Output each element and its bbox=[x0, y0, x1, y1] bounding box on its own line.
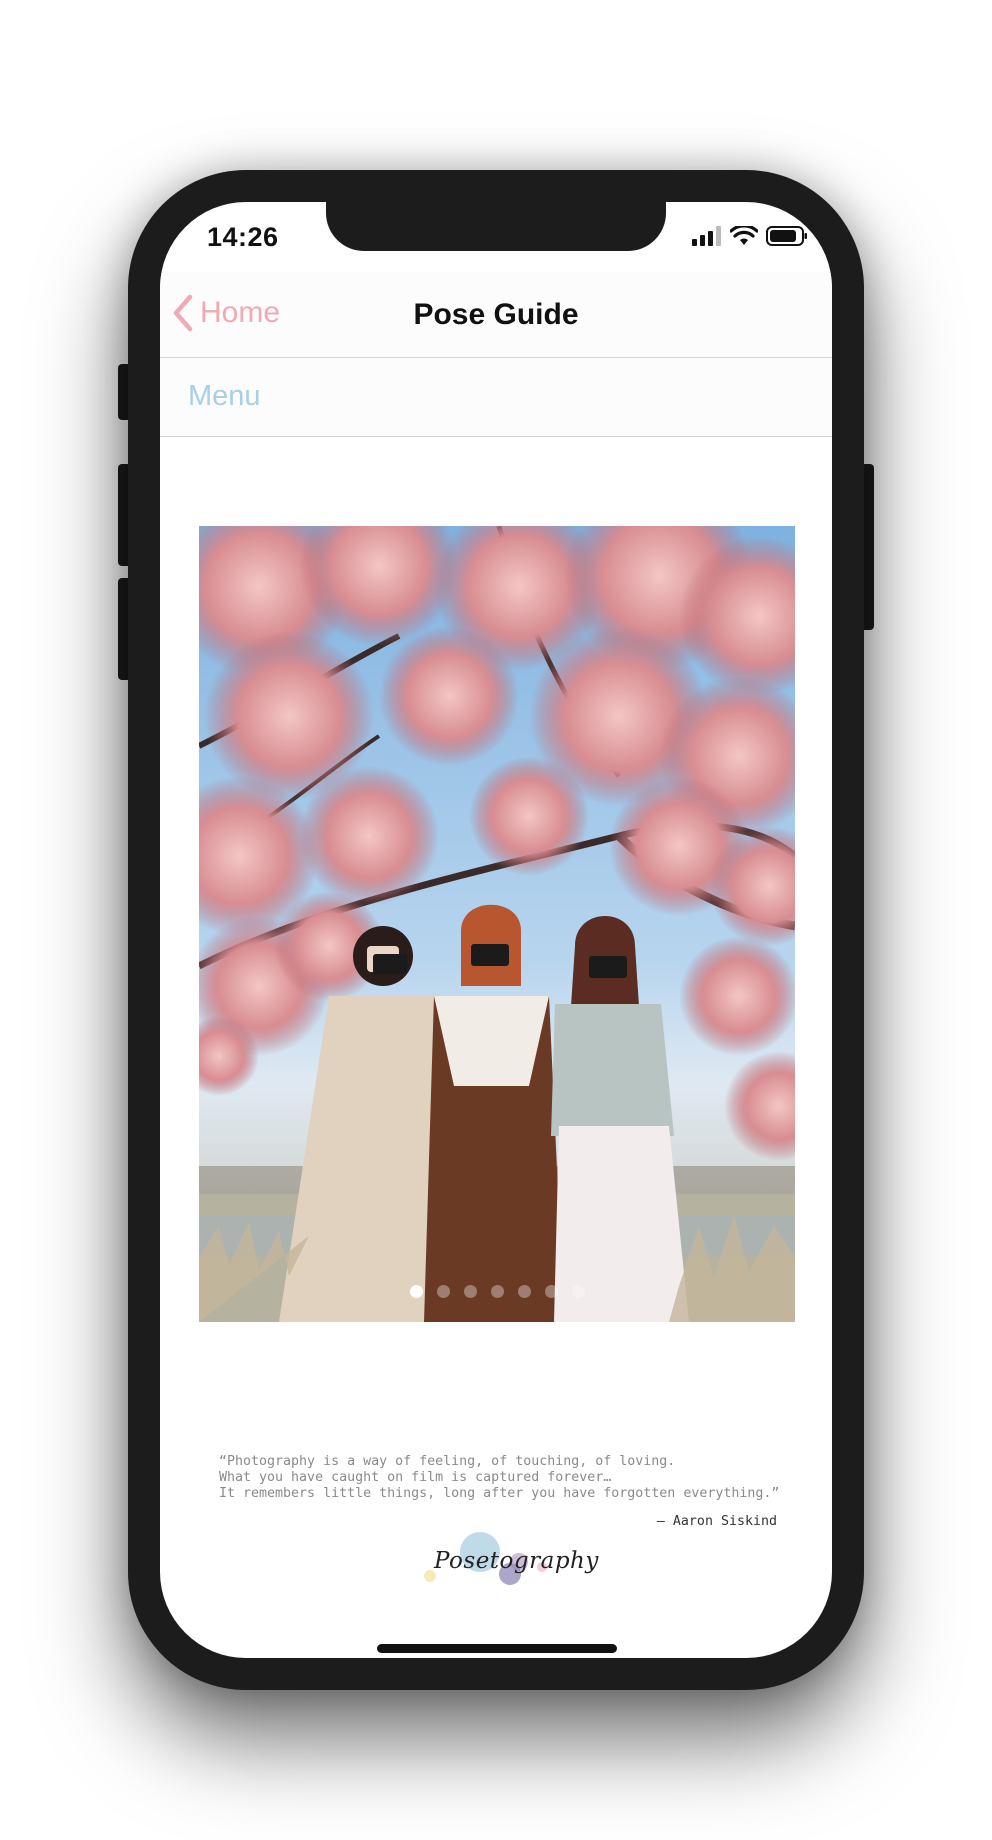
quote-line: What you have caught on film is captured… bbox=[219, 1470, 612, 1485]
home-indicator[interactable] bbox=[377, 1644, 617, 1653]
logo-text: Posetography bbox=[434, 1548, 599, 1574]
page-dot[interactable] bbox=[571, 1285, 585, 1298]
quote-author: — Aaron Siskind bbox=[656, 1514, 777, 1529]
wifi-icon bbox=[730, 226, 758, 245]
quote-text: “Photography is a way of feeling, of tou… bbox=[219, 1454, 779, 1502]
menu-button[interactable]: Menu bbox=[188, 380, 261, 413]
page-dot[interactable] bbox=[490, 1285, 504, 1298]
menu-bar: Menu bbox=[160, 358, 832, 437]
page-dot[interactable] bbox=[436, 1285, 450, 1298]
page-title: Pose Guide bbox=[413, 298, 579, 331]
page-dot[interactable] bbox=[463, 1285, 477, 1298]
status-time: 14:26 bbox=[207, 222, 279, 252]
page-indicator[interactable] bbox=[199, 1285, 795, 1298]
cherry-blossom-photo bbox=[199, 526, 795, 1322]
phone-screen: 14:26 Home Pose Guide Menu “Photography … bbox=[160, 202, 832, 1658]
status-icons bbox=[692, 226, 808, 246]
navigation-bar: Home Pose Guide bbox=[160, 272, 832, 358]
page-dot[interactable] bbox=[517, 1285, 531, 1298]
quote-line: “Photography is a way of feeling, of tou… bbox=[219, 1454, 676, 1469]
carousel-photo[interactable] bbox=[199, 526, 795, 1322]
page-dot[interactable] bbox=[409, 1285, 423, 1298]
notch bbox=[326, 202, 666, 251]
cellular-signal-icon bbox=[692, 226, 721, 246]
posetography-logo: Posetography bbox=[422, 1530, 598, 1590]
quote-line: It remembers little things, long after y… bbox=[219, 1486, 780, 1501]
page-dot[interactable] bbox=[544, 1285, 558, 1298]
battery-icon bbox=[766, 226, 807, 246]
